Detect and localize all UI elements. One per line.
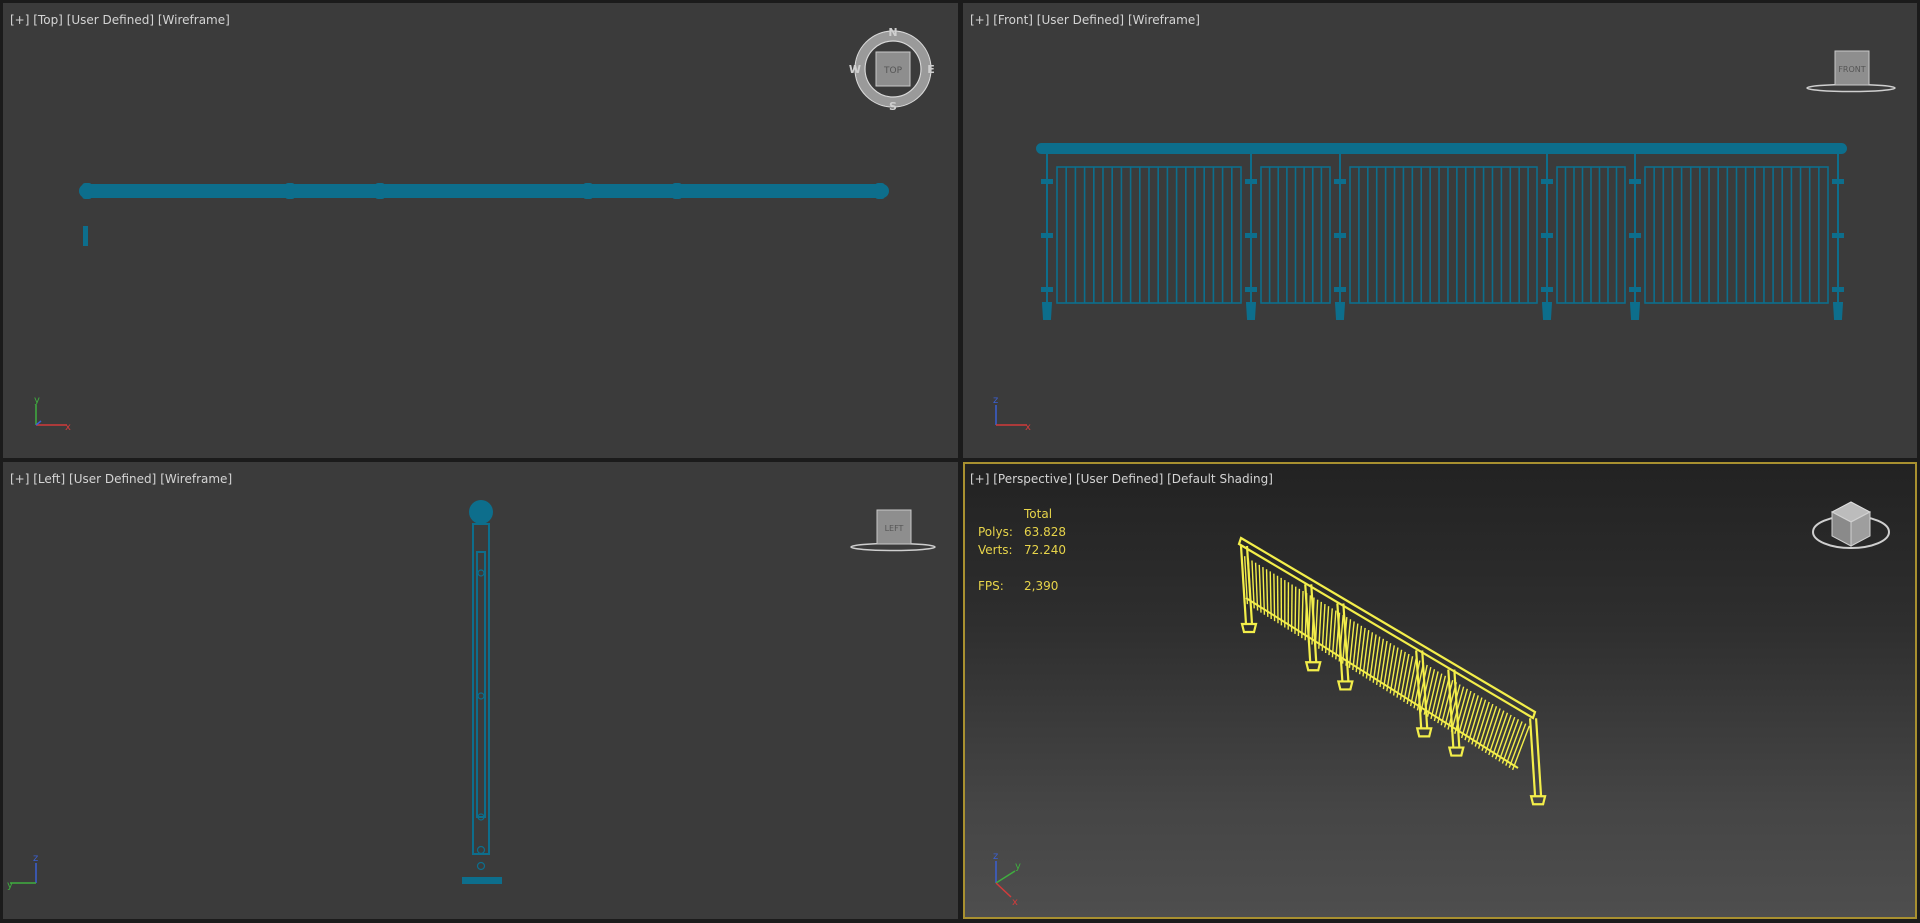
- viewport-menu[interactable]: [+]: [10, 472, 29, 486]
- post: [1528, 718, 1547, 806]
- stats-header: Total: [1024, 507, 1053, 521]
- compass-north-label: N: [888, 26, 897, 39]
- compass-west-label: W: [849, 63, 861, 76]
- view-type-menu[interactable]: [Perspective]: [993, 472, 1072, 486]
- viewport-menu[interactable]: [+]: [970, 472, 989, 486]
- axis-x-label: x: [1025, 422, 1031, 433]
- verts-label: Verts:: [978, 543, 1013, 557]
- viewcube-face-label: FRONT: [1838, 65, 1865, 74]
- panel: [1260, 166, 1331, 304]
- post: [1245, 154, 1257, 320]
- viewport-label: [+] [Top] [User Defined] [Wireframe]: [10, 13, 230, 27]
- shading-menu[interactable]: [Default Shading]: [1167, 472, 1273, 486]
- viewport-left[interactable]: LEFT z y [+] [Left] [User Defined] [Wire…: [3, 462, 958, 919]
- post: [1832, 154, 1844, 320]
- scene-statistics: Total Polys: 63.828 Verts: 72.240 FPS: 2,39…: [978, 505, 1066, 595]
- camera-menu[interactable]: [User Defined]: [67, 13, 154, 27]
- polys-value: 63.828: [1024, 525, 1066, 539]
- post: [1334, 154, 1346, 320]
- camera-menu[interactable]: [User Defined]: [1076, 472, 1163, 486]
- viewport-label: [+] [Left] [User Defined] [Wireframe]: [10, 472, 232, 486]
- axis-z-label: z: [993, 395, 998, 406]
- verts-value: 72.240: [1024, 543, 1066, 557]
- viewcube-face-label: TOP: [883, 66, 903, 76]
- viewcube-left[interactable]: LEFT: [850, 509, 936, 552]
- post: [1041, 154, 1053, 320]
- shading-menu[interactable]: [Wireframe]: [160, 472, 232, 486]
- railing-perspective-selected[interactable]: [1237, 536, 1547, 806]
- panel: [1349, 166, 1538, 304]
- fps-label: FPS:: [978, 579, 1004, 593]
- viewcube-face-label: LEFT: [885, 524, 904, 533]
- viewport-front[interactable]: FRONT z x [+] [Front] [User Defined] [Wi…: [963, 3, 1917, 458]
- view-type-menu[interactable]: [Left]: [33, 472, 65, 486]
- axis-y-label: y: [1015, 861, 1021, 872]
- railing-left-projection[interactable]: [462, 500, 502, 884]
- shading-menu[interactable]: [Wireframe]: [158, 13, 230, 27]
- viewcube-perspective[interactable]: [1812, 501, 1890, 549]
- axis-tripod-icon: z y x: [993, 851, 1021, 908]
- axis-x-label: x: [1012, 897, 1018, 908]
- railing-top-projection[interactable]: [79, 183, 889, 246]
- viewport-menu[interactable]: [+]: [10, 13, 29, 27]
- viewcube-top[interactable]: TOP: [875, 51, 911, 87]
- view-type-menu[interactable]: [Top]: [33, 13, 63, 27]
- camera-menu[interactable]: [User Defined]: [69, 472, 156, 486]
- axis-z-label: z: [33, 853, 38, 864]
- left-view-scene: LEFT z y: [7, 500, 936, 891]
- panel: [1056, 166, 1242, 304]
- panel: [1556, 166, 1626, 304]
- railing-front-projection[interactable]: [1036, 143, 1847, 320]
- axis-z-label: z: [993, 851, 998, 862]
- top-view-scene: TOP N S E W y x: [34, 26, 935, 433]
- front-view-scene: FRONT z x: [993, 50, 1896, 433]
- fps-value: 2,390: [1024, 579, 1059, 593]
- axis-x-label: x: [65, 422, 71, 433]
- viewport-label: [+] [Front] [User Defined] [Wireframe]: [970, 13, 1200, 27]
- post: [1541, 154, 1553, 320]
- shading-menu[interactable]: [Wireframe]: [1128, 13, 1200, 27]
- viewport-label: [+] [Perspective] [User Defined] [Defaul…: [970, 472, 1273, 486]
- axis-tripod-icon: z y: [7, 853, 38, 891]
- camera-menu[interactable]: [User Defined]: [1037, 13, 1124, 27]
- axis-tripod-icon: z x: [993, 395, 1031, 433]
- polys-label: Polys:: [978, 525, 1013, 539]
- axis-tripod-icon: y x: [34, 395, 71, 433]
- compass-east-label: E: [927, 63, 935, 76]
- perspective-view-scene: z y x: [993, 501, 1890, 908]
- post: [1629, 154, 1641, 320]
- view-type-menu[interactable]: [Front]: [993, 13, 1033, 27]
- axis-y-label: y: [34, 395, 40, 406]
- axis-y-label: y: [7, 880, 13, 891]
- viewport-menu[interactable]: [+]: [970, 13, 989, 27]
- panel: [1644, 166, 1829, 304]
- compass-south-label: S: [889, 100, 897, 113]
- viewport-top[interactable]: TOP N S E W y x [+] [Top] [User Defined]…: [3, 3, 958, 458]
- viewport-perspective[interactable]: z y x [+] [Perspective] [User Defined] […: [963, 462, 1917, 919]
- viewcube-front[interactable]: FRONT: [1806, 50, 1896, 93]
